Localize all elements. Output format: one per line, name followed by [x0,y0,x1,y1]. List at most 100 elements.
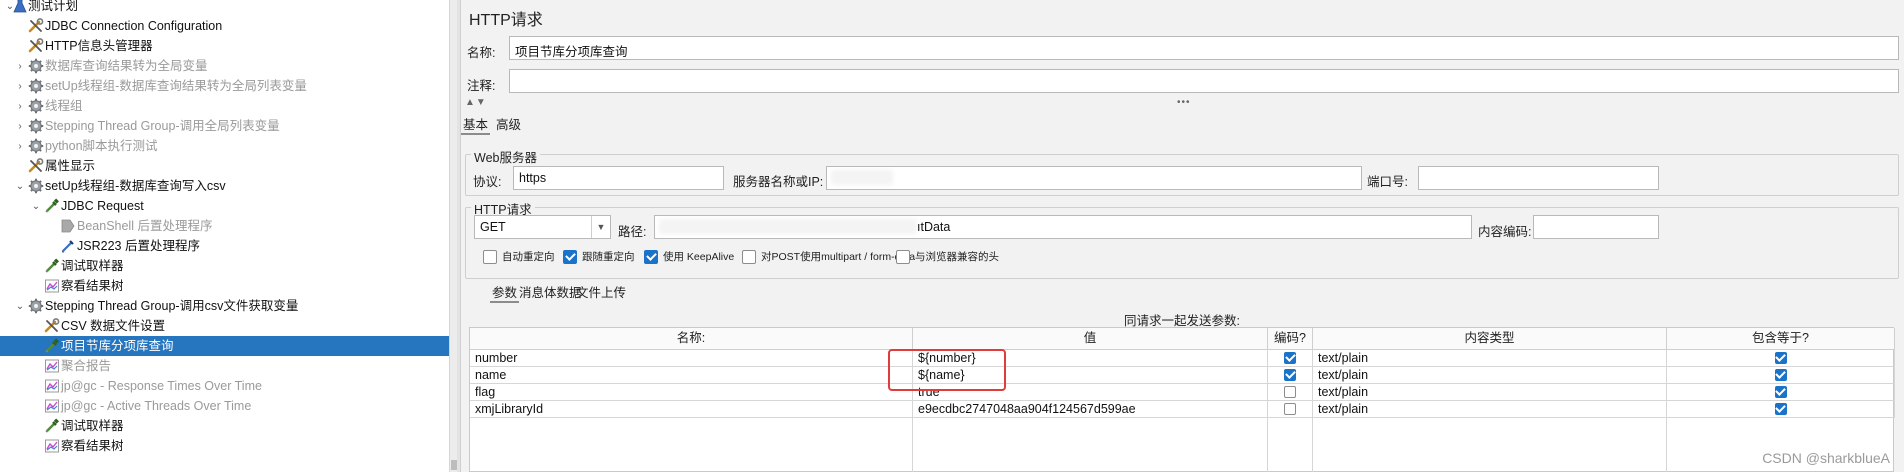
encode-cell[interactable] [1268,401,1313,418]
tree-item[interactable]: 聚合报告 [0,356,449,376]
option-browser-headers[interactable]: 与浏览器兼容的头 [896,249,999,264]
param-name-cell[interactable]: xmjLibraryId [470,401,913,418]
encode-cell[interactable] [1268,350,1313,367]
chevron-right-icon[interactable]: › [14,76,26,96]
param-name-cell[interactable]: number [470,350,913,367]
tree-item[interactable]: JSR223 后置处理程序 [0,236,449,256]
config-wrench-icon [28,38,44,54]
encode-checkbox[interactable] [1284,403,1296,415]
tree-item[interactable]: CSV 数据文件设置 [0,316,449,336]
splitter-handle[interactable]: ••• [1177,97,1191,108]
include-equals-cell[interactable] [1667,350,1895,367]
option-multipart[interactable]: 对POST使用multipart / form-data [742,249,915,264]
tree-item[interactable]: JDBC Connection Configuration [0,16,449,36]
chevron-down-icon[interactable]: ⌄ [14,176,26,196]
tree-item[interactable]: › 线程组 [0,96,449,116]
tree-item[interactable]: 调试取样器 [0,416,449,436]
protocol-field[interactable]: https [513,166,724,190]
param-name-cell[interactable]: flag [470,384,913,401]
browser-headers-checkbox[interactable] [896,249,910,264]
option-auto-redirect[interactable]: 自动重定向 [483,249,555,264]
name-field[interactable]: 项目节库分项库查询 [509,36,1899,60]
chevron-right-icon[interactable]: › [14,96,26,116]
content-type-cell[interactable]: text/plain [1313,350,1667,367]
arguments-table[interactable]: 名称: 值编码? 内容类型 包含等于? number ${number} text/plai… [469,327,1895,472]
tree-item[interactable]: jp@gc - Response Times Over Time [0,376,449,396]
content-type-cell[interactable]: text/plain [1313,367,1667,384]
tab-parameters[interactable]: 参数 [490,282,520,303]
encoding-field[interactable] [1533,215,1659,239]
tree-item[interactable]: ⌄ setUp线程组-数据库查询写入csv [0,176,449,196]
include-equals-cell[interactable] [1667,401,1895,418]
table-header[interactable]: 值 [913,328,1268,350]
chevron-down-icon[interactable]: ⌄ [30,196,42,216]
tree-item[interactable]: 属性显示 [0,156,449,176]
collapse-arrows-icon[interactable]: ▲▼ [465,97,487,108]
listener-chart-icon [44,398,60,414]
tab-advanced[interactable]: 高级 [494,114,523,133]
encode-checkbox[interactable] [1284,386,1296,398]
tree-item[interactable]: HTTP信息头管理器 [0,36,449,56]
thread-group-gear-icon [28,138,44,154]
include-equals-cell[interactable] [1667,367,1895,384]
content-type-cell[interactable]: text/plain [1313,384,1667,401]
tree-item[interactable]: jp@gc - Active Threads Over Time [0,396,449,416]
red-highlight-box [888,349,1006,391]
tree-item[interactable]: 察看结果树 [0,276,449,296]
tab-basic[interactable]: 基本 [461,114,491,135]
chevron-down-icon[interactable]: ⌄ [14,296,26,316]
redacted-path-text [659,219,917,234]
tree-item[interactable]: ⌄ Stepping Thread Group-调用csv文件获取变量 [0,296,449,316]
tree-item[interactable]: 项目节库分项库查询 [0,336,449,356]
tree-item[interactable]: 察看结果树 [0,436,449,456]
tree-item[interactable]: 调试取样器 [0,256,449,276]
tree-item-label: 察看结果树 [61,279,124,293]
port-field[interactable] [1418,166,1659,190]
option-follow-redirects[interactable]: 跟随重定向 [563,249,635,264]
tree-item-label: 察看结果树 [61,439,124,453]
include-equals-checkbox[interactable] [1774,386,1787,398]
tree-item[interactable]: ⌄ JDBC Request [0,196,449,216]
content-type-cell[interactable]: text/plain [1313,401,1667,418]
param-value-cell[interactable]: e9ecdbc2747048aa904f124567d599ae [913,401,1268,418]
tab-files-upload[interactable]: 文件上传 [574,282,628,301]
thread-group-gear-icon [28,58,44,74]
table-header[interactable]: 名称: [470,328,913,350]
tree-scrollbar[interactable] [449,0,457,472]
comment-field[interactable] [509,69,1899,93]
multipart-checkbox[interactable] [742,249,756,264]
include-equals-checkbox[interactable] [1774,369,1787,381]
encode-checkbox[interactable] [1284,352,1296,364]
keepalive-checkbox[interactable] [644,249,658,264]
table-header[interactable]: 内容类型 [1313,328,1667,350]
include-equals-checkbox[interactable] [1774,352,1787,364]
tree-item[interactable]: BeanShell 后置处理程序 [0,216,449,236]
table-header[interactable]: 编码? [1268,328,1313,350]
param-name-cell[interactable]: name [470,367,913,384]
test-plan-tree[interactable]: ⌄ 测试计划 JDBC Connection Configuration HTTP信息… [0,0,449,472]
tree-item[interactable]: › Stepping Thread Group-调用全局列表变量 [0,116,449,136]
option-keepalive[interactable]: 使用 KeepAlive [644,249,734,264]
comment-label: 注释: [467,79,496,93]
encode-cell[interactable] [1268,384,1313,401]
auto-redirect-checkbox[interactable] [483,249,497,264]
table-header[interactable]: 包含等于? [1667,328,1895,350]
encode-checkbox[interactable] [1284,369,1296,381]
chevron-right-icon[interactable]: › [14,116,26,136]
name-label: 名称: [467,46,496,60]
server-field[interactable] [826,166,1362,190]
include-equals-cell[interactable] [1667,384,1895,401]
chevron-right-icon[interactable]: › [14,136,26,156]
tree-item[interactable]: › 数据库查询结果转为全局变量 [0,56,449,76]
tree-item-label: HTTP信息头管理器 [45,39,153,53]
follow-redirects-checkbox[interactable] [563,249,577,264]
tree-item[interactable]: › setUp线程组-数据库查询结果转为全局列表变量 [0,76,449,96]
encode-cell[interactable] [1268,367,1313,384]
test-plan-icon [12,0,28,14]
path-field[interactable]: ıtData [654,215,1472,239]
include-equals-checkbox[interactable] [1774,403,1787,415]
chevron-down-icon[interactable]: ▼ [591,216,610,238]
tree-item[interactable]: › python脚本执行测试 [0,136,449,156]
chevron-right-icon[interactable]: › [14,56,26,76]
tree-item[interactable]: ⌄ 测试计划 [0,0,449,16]
